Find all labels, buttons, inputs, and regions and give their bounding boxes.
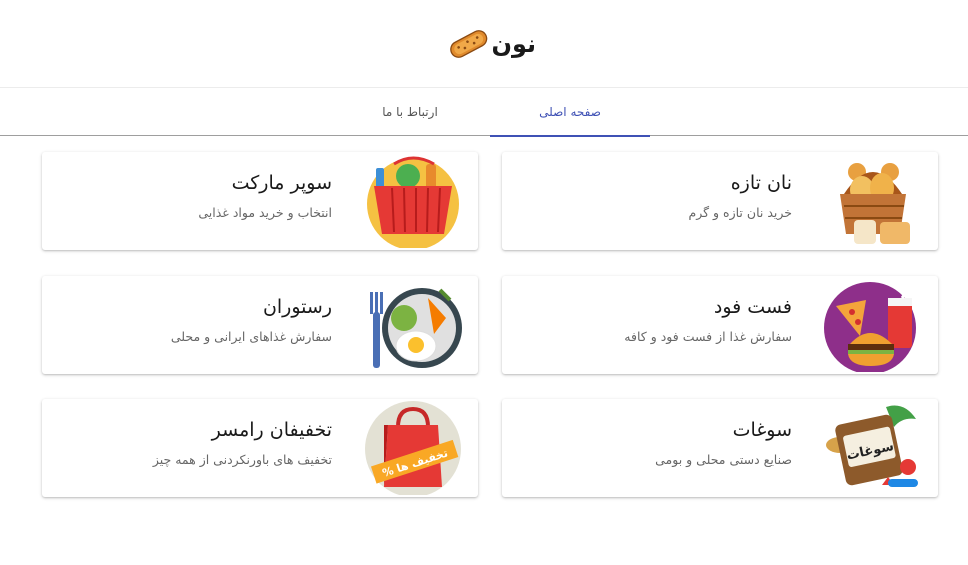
grocery-basket-icon (367, 156, 459, 248)
bread-logo-icon (450, 30, 488, 58)
app-logo[interactable]: نون (446, 20, 536, 68)
card-title: سوغات (732, 419, 792, 441)
card-title: سوپر مارکت (231, 172, 332, 194)
card-subtitle: سفارش غذا از فست فود و کافه (624, 329, 792, 344)
card-title: تخفیفان رامسر (211, 419, 332, 441)
app-header: نون (0, 0, 968, 88)
restaurant-plate-icon (370, 288, 462, 368)
category-card-discounts[interactable]: % تخفیف ها تخفیفان رامسر تخفیف های باورن… (42, 399, 478, 497)
tab-contact[interactable]: ارتباط با ما (330, 88, 490, 136)
card-title: رستوران (262, 296, 332, 318)
bread-basket-icon (840, 163, 910, 244)
category-card-souvenir[interactable]: سوغات سوغات صنایع دستی محلی و بومی (502, 399, 938, 497)
card-title: فست فود (713, 296, 792, 318)
card-title: نان تازه (730, 172, 792, 194)
card-subtitle: انتخاب و خرید مواد غذایی (198, 205, 332, 220)
card-subtitle: تخفیف های باورنکردنی از همه چیز (152, 452, 332, 467)
discount-bag-icon: % تخفیف ها (365, 401, 461, 495)
category-card-fresh-bread[interactable]: نان تازه خرید نان تازه و گرم (502, 152, 938, 250)
category-card-supermarket[interactable]: سوپر مارکت انتخاب و خرید مواد غذایی (42, 152, 478, 250)
souvenir-suitcase-icon: سوغات (826, 405, 918, 487)
card-subtitle: سفارش غذاهای ایرانی و محلی (170, 329, 332, 344)
category-card-fast-food[interactable]: فست فود سفارش غذا از فست فود و کافه (502, 276, 938, 374)
fast-food-icon (824, 282, 916, 372)
logo-text: نون (491, 30, 536, 58)
card-subtitle: صنایع دستی محلی و بومی (655, 452, 792, 467)
card-subtitle: خرید نان تازه و گرم (688, 205, 792, 220)
category-card-restaurant[interactable]: رستوران سفارش غذاهای ایرانی و محلی (42, 276, 478, 374)
main-tabs: صفحه اصلی ارتباط با ما (0, 88, 968, 137)
tab-home[interactable]: صفحه اصلی (490, 88, 650, 137)
